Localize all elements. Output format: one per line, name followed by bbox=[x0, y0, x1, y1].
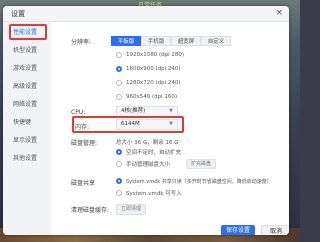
radio-icon bbox=[116, 94, 122, 100]
sidebar-highlight-box bbox=[9, 24, 47, 40]
sidebar-item-network[interactable]: 网络设置 bbox=[3, 98, 51, 112]
resolution-option-1280[interactable]: 1280x720 (dpi 240) bbox=[116, 79, 181, 87]
chevron-down-icon: ▼ bbox=[169, 108, 173, 114]
memory-highlight-box bbox=[72, 116, 184, 133]
disk-share-option-writable[interactable]: System.vmdk 可写入 bbox=[116, 189, 182, 197]
disk-share-option-readonly[interactable]: System.vmdk 共享只读（多开时节省磁盘空间，降低启动速度） bbox=[116, 177, 272, 185]
resolution-option-label: 1600x900 (dpi 240) bbox=[126, 66, 181, 72]
sidebar-item-advanced[interactable]: 高级设置 bbox=[3, 80, 51, 94]
radio-icon bbox=[116, 190, 122, 196]
resolution-option-label: 1280x720 (dpi 240) bbox=[126, 80, 181, 86]
radio-selected-icon bbox=[116, 66, 122, 72]
close-icon[interactable]: × bbox=[275, 8, 283, 18]
settings-content: 分辨率: 平板版 手机版 超宽屏 自定义 1920x1080 (dpi 280)… bbox=[51, 22, 289, 235]
radio-icon bbox=[116, 52, 122, 58]
disk-option-manual[interactable]: 手动管理磁盘大小 bbox=[116, 160, 170, 168]
clean-cache-label: 清理磁盘缓存: bbox=[71, 207, 110, 214]
radio-selected-icon bbox=[116, 178, 122, 184]
disk-summary: 总大小 36 G，剩余 16 G bbox=[116, 140, 179, 146]
title-bar: 设置 × bbox=[3, 6, 289, 22]
disk-label: 磁盘管理: bbox=[71, 140, 98, 147]
save-button[interactable]: 保存设置 bbox=[221, 225, 255, 235]
sidebar-item-device-model[interactable]: 机型设置 bbox=[3, 44, 51, 58]
resolution-tabs: 平板版 手机版 超宽屏 自定义 bbox=[111, 36, 231, 46]
sidebar-item-game[interactable]: 游戏设置 bbox=[3, 62, 51, 76]
disk-share-option-label: System.vmdk 共享只读（多开时节省磁盘空间，降低启动速度） bbox=[126, 178, 272, 185]
disk-option-label: 空间不足时，自动扩充 bbox=[126, 150, 182, 156]
radio-icon bbox=[116, 161, 122, 167]
resolution-option-1920[interactable]: 1920x1080 (dpi 280) bbox=[116, 51, 184, 59]
cpu-value: 4核(推荐) bbox=[121, 108, 146, 114]
sidebar-item-shortcuts[interactable]: 快捷键 bbox=[3, 116, 51, 130]
settings-sidebar: 性能设置 机型设置 游戏设置 高级设置 网络设置 快捷键 显示设置 其他设置 bbox=[3, 22, 51, 235]
tab-phone[interactable]: 手机版 bbox=[141, 36, 171, 46]
tab-tablet[interactable]: 平板版 bbox=[111, 36, 141, 46]
expand-disk-button[interactable]: 扩充磁盘 bbox=[186, 159, 217, 169]
resolution-option-960[interactable]: 960x540 (dpi 160) bbox=[116, 93, 177, 101]
disk-share-label: 磁盘共享 bbox=[71, 180, 96, 187]
radio-icon bbox=[116, 80, 122, 86]
tab-custom[interactable]: 自定义 bbox=[201, 36, 231, 46]
resolution-option-1600[interactable]: 1600x900 (dpi 240) bbox=[116, 65, 181, 73]
sidebar-item-display[interactable]: 显示设置 bbox=[3, 134, 51, 148]
tab-ultrawide[interactable]: 超宽屏 bbox=[171, 36, 201, 46]
sidebar-item-other[interactable]: 其他设置 bbox=[3, 152, 51, 166]
disk-option-label: 手动管理磁盘大小 bbox=[126, 162, 171, 168]
settings-dialog: 设置 × 性能设置 机型设置 游戏设置 高级设置 网络设置 快捷键 显示设置 其… bbox=[3, 6, 289, 235]
cancel-button[interactable]: 取消 bbox=[261, 225, 289, 235]
clean-now-button[interactable]: 立即清理 bbox=[116, 204, 147, 215]
radio-selected-icon bbox=[116, 149, 122, 155]
resolution-option-label: 1920x1080 (dpi 280) bbox=[126, 52, 185, 58]
resolution-label: 分辨率: bbox=[71, 39, 92, 46]
resolution-option-label: 960x540 (dpi 160) bbox=[126, 94, 178, 100]
disk-option-auto[interactable]: 空间不足时，自动扩充 bbox=[116, 148, 181, 156]
disk-share-option-label: System.vmdk 可写入 bbox=[126, 191, 182, 197]
cpu-label: CPU: bbox=[71, 109, 86, 116]
dialog-title: 设置 bbox=[11, 10, 25, 18]
